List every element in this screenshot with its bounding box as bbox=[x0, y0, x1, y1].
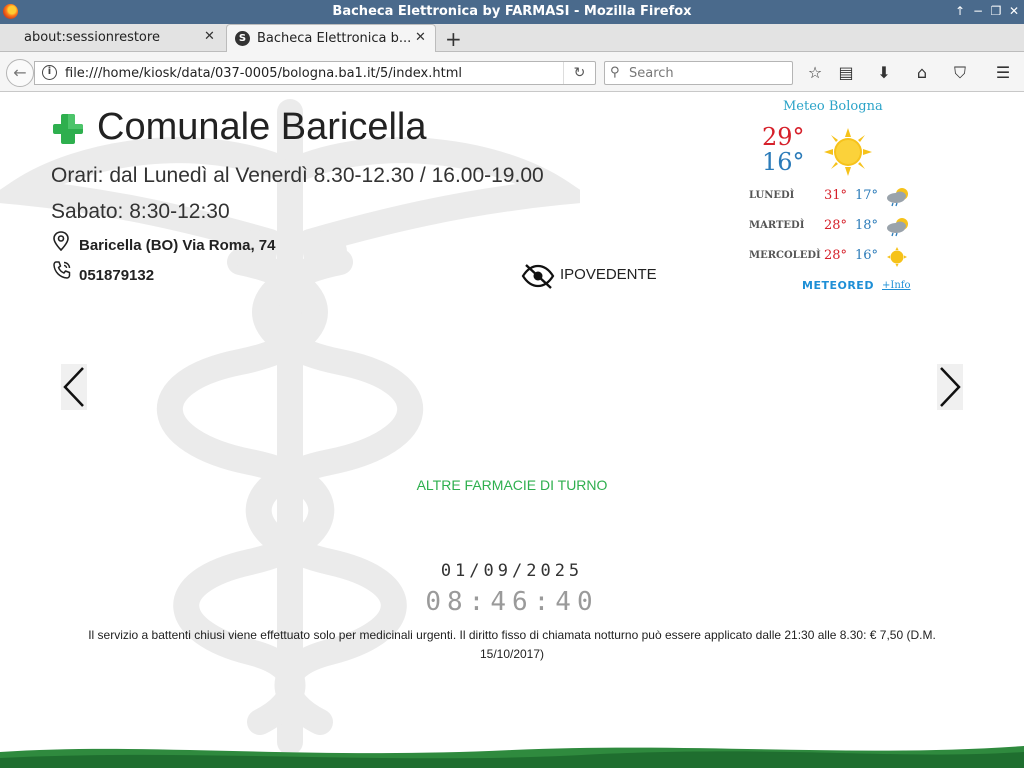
cloud-rain-sun-icon bbox=[887, 218, 908, 237]
low-vision-toggle[interactable]: IPOVEDENTE bbox=[560, 266, 657, 283]
carousel-prev-button[interactable] bbox=[61, 364, 87, 410]
forecast-max: 28° bbox=[824, 248, 848, 263]
search-bar[interactable]: ⚲ bbox=[604, 61, 793, 85]
window-up-icon[interactable]: ↑ bbox=[952, 4, 968, 18]
carousel-next-button[interactable] bbox=[937, 364, 963, 410]
search-icon: ⚲ bbox=[610, 65, 620, 80]
tab-label: about:sessionrestore bbox=[24, 30, 160, 45]
forecast-day: MARTEDÌ bbox=[749, 220, 805, 231]
forecast-day: MERCOLEDÌ bbox=[749, 250, 821, 261]
url-bar[interactable]: i ↻ bbox=[34, 61, 596, 85]
opening-hours-weekdays: Orari: dal Lunedì al Venerdì 8.30-12.30 … bbox=[51, 164, 544, 187]
today-max-temp: 29° bbox=[762, 123, 805, 151]
forecast-row: MERCOLEDÌ 28° 16° bbox=[749, 246, 919, 268]
menu-icon[interactable]: ☰ bbox=[991, 62, 1015, 84]
forecast-max: 31° bbox=[824, 188, 848, 203]
new-tab-button[interactable]: + bbox=[445, 27, 462, 51]
current-time: 08:46:40 bbox=[425, 587, 599, 617]
sun-icon bbox=[824, 128, 872, 176]
other-pharmacies-link[interactable]: ALTRE FARMACIE DI TURNO bbox=[0, 477, 1024, 493]
site-info-icon[interactable]: i bbox=[42, 65, 57, 80]
navigation-toolbar: ← i ↻ ⚲ ☆ ▤ ⬇ ⌂ ⛉ ☰ bbox=[0, 52, 1024, 92]
star-icon[interactable]: ☆ bbox=[803, 62, 827, 84]
cloud-rain-sun-icon bbox=[887, 188, 908, 207]
tab-close-icon[interactable]: ✕ bbox=[415, 30, 426, 45]
weather-title: Meteo Bologna bbox=[783, 99, 883, 114]
reload-icon[interactable]: ↻ bbox=[563, 62, 595, 84]
current-date: 01/09/2025 bbox=[440, 561, 584, 581]
tab-bar: about:sessionrestore ✕ S Bacheca Elettro… bbox=[0, 24, 1024, 53]
pocket-icon[interactable]: ⛉ bbox=[948, 62, 972, 84]
window-title: Bacheca Elettronica by FARMASI - Mozilla… bbox=[332, 4, 692, 19]
forecast-day: LUNEDÌ bbox=[749, 190, 795, 201]
pharmacy-name: Comunale Baricella bbox=[97, 106, 427, 148]
phone-icon bbox=[53, 261, 71, 279]
forecast-min: 18° bbox=[855, 218, 879, 233]
meteored-info-link[interactable]: +Info bbox=[882, 280, 911, 291]
home-icon[interactable]: ⌂ bbox=[910, 62, 934, 84]
forecast-min: 16° bbox=[855, 248, 879, 263]
search-input[interactable] bbox=[629, 64, 789, 82]
meteored-logo[interactable]: METEORED bbox=[802, 279, 874, 292]
today-min-temp: 16° bbox=[762, 148, 805, 176]
back-button[interactable]: ← bbox=[6, 59, 34, 87]
pharmacy-cross-icon bbox=[53, 114, 83, 144]
forecast-max: 28° bbox=[824, 218, 848, 233]
url-input[interactable] bbox=[65, 64, 565, 82]
tab-label: Bacheca Elettronica b... bbox=[257, 31, 412, 46]
pharmacy-phone: 051879132 bbox=[79, 267, 155, 284]
tab-bacheca[interactable]: S Bacheca Elettronica b... ✕ bbox=[226, 24, 436, 53]
service-notice: Il servizio a battenti chiusi viene effe… bbox=[88, 628, 936, 661]
window-close-icon[interactable]: ✕ bbox=[1006, 4, 1022, 18]
pharmacy-address: Baricella (BO) Via Roma, 74 bbox=[79, 237, 276, 254]
forecast-min: 17° bbox=[855, 188, 879, 203]
window-titlebar: Bacheca Elettronica by FARMASI - Mozilla… bbox=[0, 0, 1024, 24]
site-favicon-icon: S bbox=[235, 31, 250, 46]
window-maximize-icon[interactable]: ❐ bbox=[988, 4, 1004, 18]
sun-icon bbox=[887, 247, 907, 267]
window-minimize-icon[interactable]: − bbox=[970, 4, 986, 18]
opening-hours-saturday: Sabato: 8:30-12:30 bbox=[51, 200, 230, 223]
reading-list-icon[interactable]: ▤ bbox=[834, 62, 858, 84]
eye-slash-icon[interactable] bbox=[521, 262, 555, 290]
page-content: Comunale Baricella Orari: dal Lunedì al … bbox=[0, 92, 1024, 768]
tab-sessionrestore[interactable]: about:sessionrestore ✕ bbox=[0, 24, 224, 52]
forecast-row: MARTEDÌ 28° 18° bbox=[749, 216, 919, 238]
tab-close-icon[interactable]: ✕ bbox=[204, 29, 215, 44]
footer-wave bbox=[0, 746, 1024, 768]
forecast-row: LUNEDÌ 31° 17° bbox=[749, 186, 919, 208]
location-pin-icon bbox=[53, 231, 69, 251]
download-icon[interactable]: ⬇ bbox=[872, 62, 896, 84]
